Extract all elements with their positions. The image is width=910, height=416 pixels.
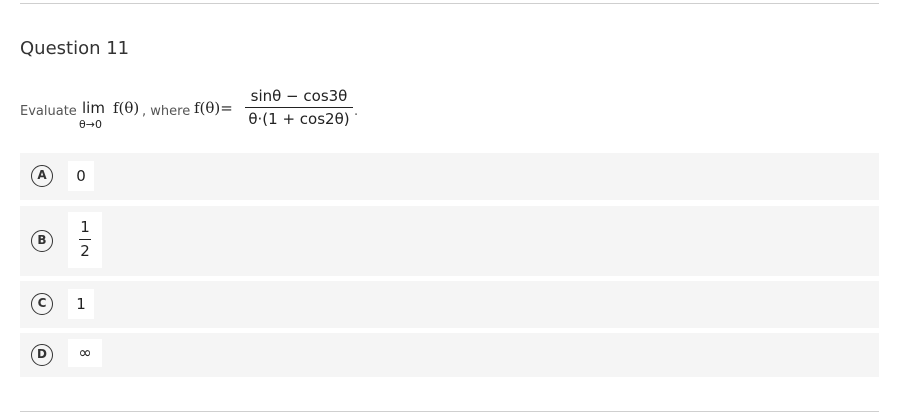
top-divider [20,3,879,4]
limit-function: f(θ) [113,99,140,117]
function-definition-lhs: f(θ)= [194,99,233,117]
option-fraction-denominator: 2 [80,242,90,260]
prompt-period: . [354,104,359,119]
option-letter-badge: D [31,344,53,366]
option-letter-badge: C [31,293,53,315]
answer-option-d[interactable]: D ∞ [20,333,879,377]
option-value: 0 [68,161,94,191]
answer-option-c[interactable]: C 1 [20,281,879,328]
option-fraction-numerator: 1 [80,218,90,236]
question-title: Question 11 [20,38,130,59]
prompt-where-text: , where [142,104,191,119]
option-letter-badge: A [31,165,53,187]
option-value-fraction: 1 2 [68,212,102,268]
answer-option-a[interactable]: A 0 [20,153,879,200]
option-letter-badge: B [31,230,53,252]
limit-subscript: θ→0 [79,118,102,131]
option-value: 1 [68,289,94,319]
option-value: ∞ [68,339,102,367]
fraction-numerator: sinθ − cos3θ [250,87,348,105]
answer-option-b[interactable]: B 1 2 [20,206,879,276]
bottom-divider [20,411,879,412]
prompt-evaluate-text: Evaluate [20,104,77,119]
limit-operator: lim [82,99,105,117]
function-fraction: sinθ − cos3θ θ·(1 + cos2θ) [243,86,355,130]
fraction-denominator: θ·(1 + cos2θ) [248,110,350,128]
option-fraction-bar [79,239,91,240]
